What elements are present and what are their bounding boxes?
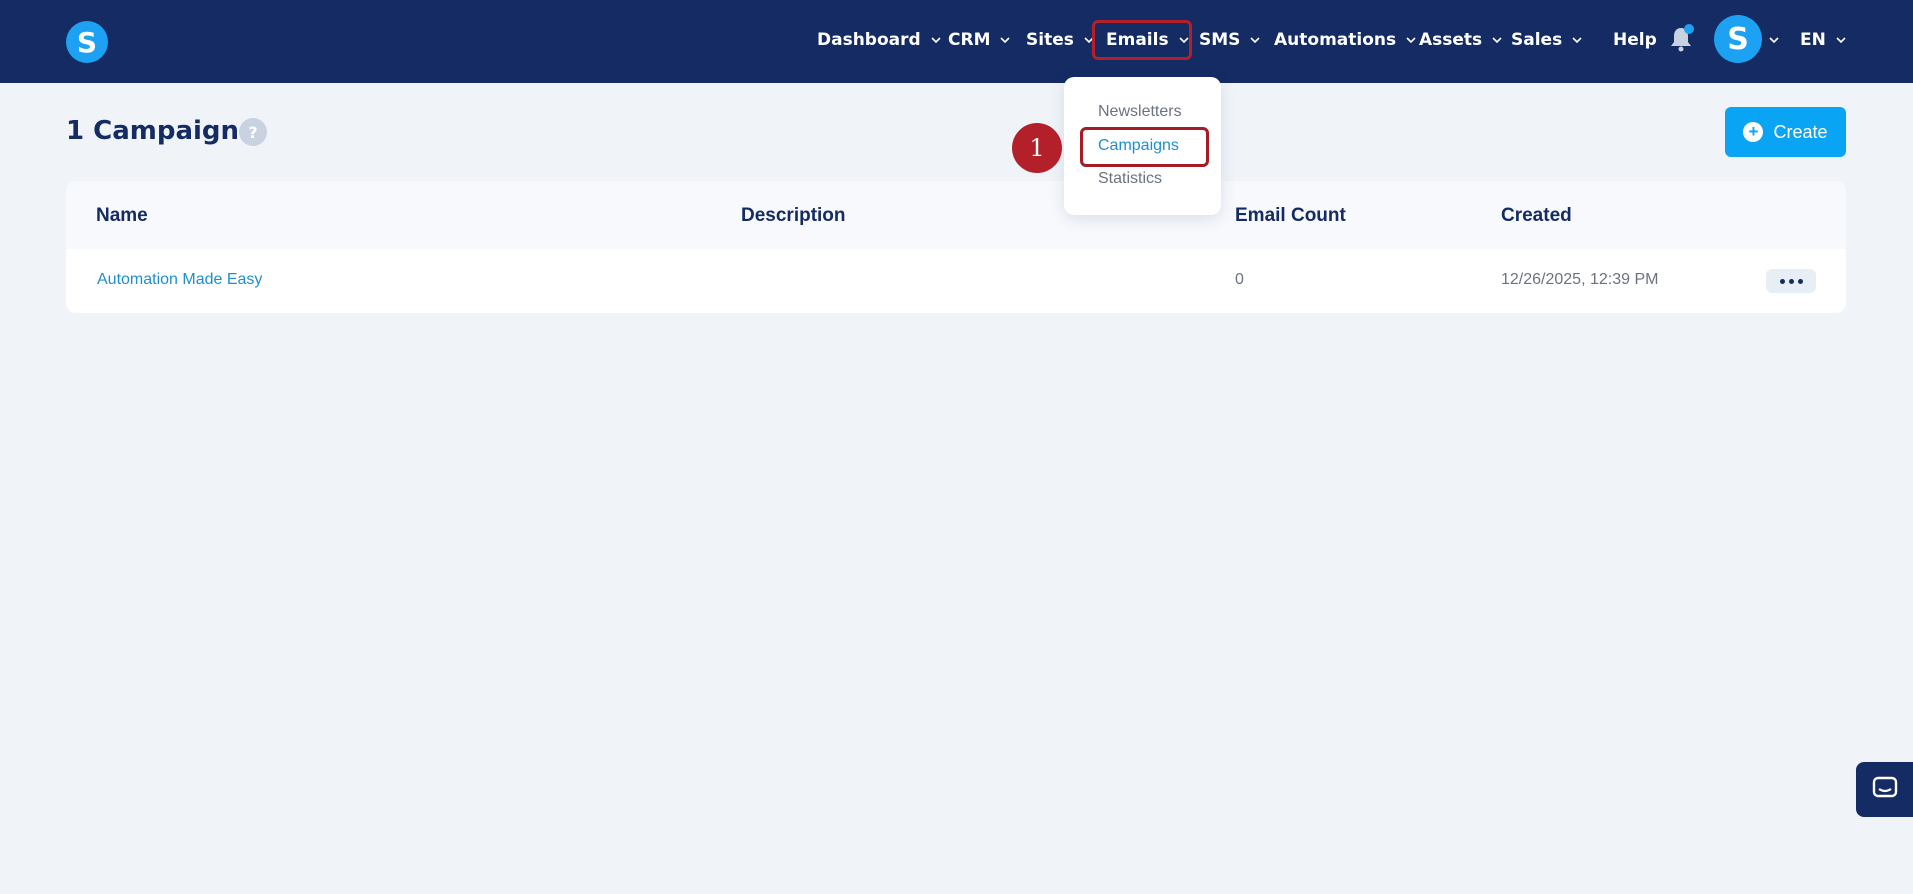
nav-crm[interactable]: CRM [948,28,1011,52]
dropdown-item-newsletters[interactable]: Newsletters [1098,103,1182,121]
nav-help[interactable]: Help [1613,28,1657,52]
avatar-menu-toggle[interactable] [1768,28,1780,52]
nav-dashboard[interactable]: Dashboard [817,28,942,52]
avatar[interactable]: S [1714,15,1762,63]
chevron-down-icon [1768,34,1780,46]
brand-logo[interactable]: S [66,21,108,63]
nav-assets[interactable]: Assets [1419,28,1503,52]
nav-sms-label: SMS [1199,30,1241,50]
nav-crm-label: CRM [948,30,991,50]
more-dot [1779,278,1785,284]
chevron-down-icon [1835,34,1847,46]
nav-sites-label: Sites [1026,30,1074,50]
campaigns-highlight-box [1080,127,1209,167]
help-icon[interactable]: ? [239,118,267,146]
nav-help-label: Help [1613,30,1657,50]
language-selector[interactable]: EN [1800,28,1847,52]
chat-widget-button[interactable] [1856,762,1913,817]
nav-automations-label: Automations [1274,30,1397,50]
chevron-down-icon [1491,34,1503,46]
more-dot [1788,278,1794,284]
page-title: 1 Campaigns [66,116,255,146]
create-button-label: Create [1773,121,1828,142]
nav-automations[interactable]: Automations [1274,28,1417,52]
chevron-down-icon [1405,34,1417,46]
chevron-down-icon [1249,34,1261,46]
campaigns-table: Name Description Email Count Created Aut… [66,181,1846,313]
chevron-down-icon [930,34,942,46]
column-header-email-count[interactable]: Email Count [1235,205,1346,227]
notification-dot [1684,24,1694,34]
nav-sales[interactable]: Sales [1511,28,1583,52]
row-actions-button[interactable] [1766,269,1816,293]
nav-sms[interactable]: SMS [1199,28,1261,52]
nav-dashboard-label: Dashboard [817,30,921,50]
table-header: Name Description Email Count Created [66,181,1846,249]
emails-highlight-box [1092,20,1192,60]
column-header-created[interactable]: Created [1501,205,1572,227]
chevron-down-icon [1571,34,1583,46]
nav-assets-label: Assets [1419,30,1483,50]
column-header-name[interactable]: Name [96,205,148,227]
campaign-name-link[interactable]: Automation Made Easy [97,271,262,289]
plus-circle-icon: + [1743,122,1764,142]
more-dot [1797,278,1803,284]
campaign-created: 12/26/2025, 12:39 PM [1501,271,1659,288]
dropdown-item-statistics[interactable]: Statistics [1098,170,1162,188]
nav-sites[interactable]: Sites [1026,28,1095,52]
campaign-email-count: 0 [1235,271,1244,288]
nav-sales-label: Sales [1511,30,1563,50]
create-button[interactable]: + Create [1725,107,1846,157]
chevron-down-icon [999,34,1011,46]
chat-icon [1872,776,1898,804]
step-badge: 1 [1012,123,1062,173]
column-header-description[interactable]: Description [741,205,846,227]
language-label: EN [1800,30,1826,50]
